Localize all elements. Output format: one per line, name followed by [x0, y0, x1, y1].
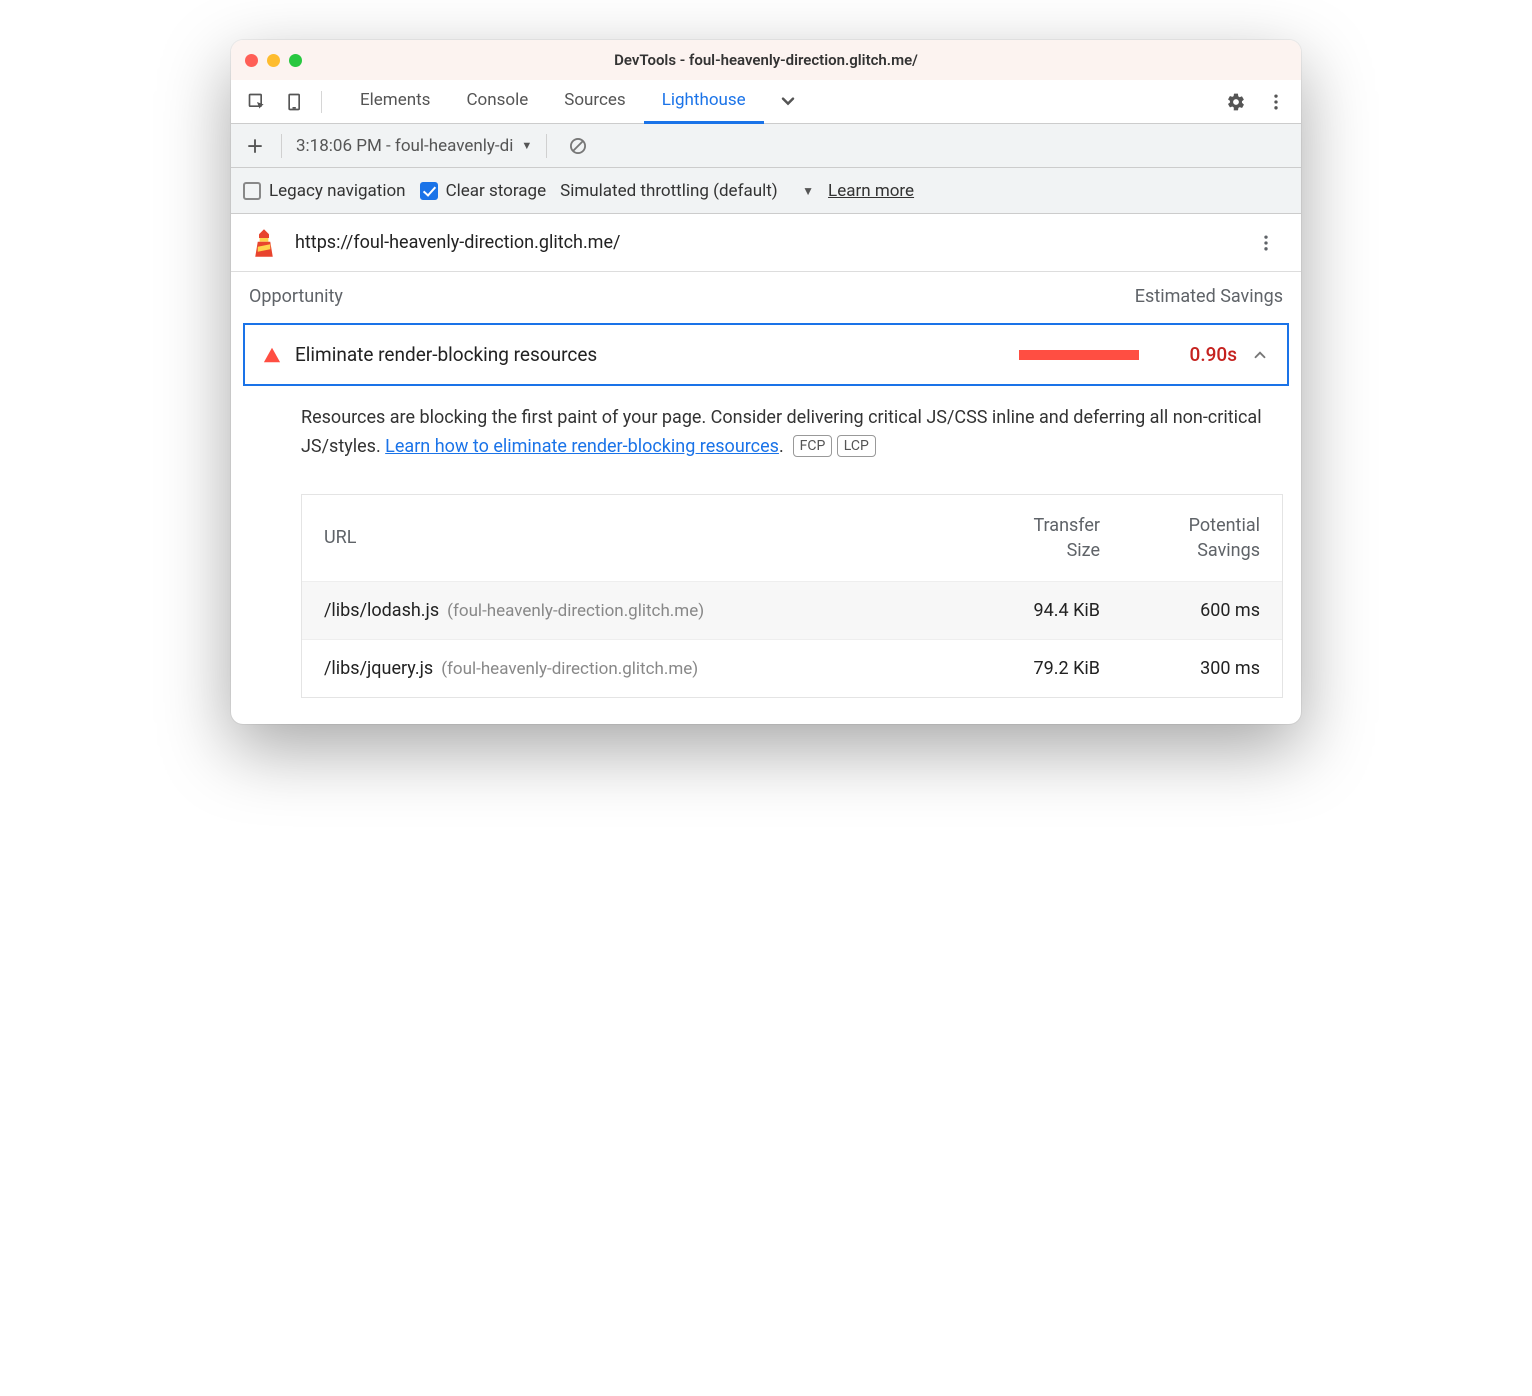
- potential-savings: 600 ms: [1100, 600, 1260, 621]
- table-row: /libs/jquery.js (foul-heavenly-direction…: [302, 639, 1282, 697]
- chevron-down-icon: ▼: [802, 184, 814, 198]
- panel-tabs: Elements Console Sources Lighthouse: [342, 80, 764, 124]
- minimize-window-button[interactable]: [267, 54, 280, 67]
- titlebar: DevTools - foul-heavenly-direction.glitc…: [231, 40, 1301, 80]
- resource-path: /libs/jquery.js: [324, 658, 433, 679]
- device-toggle-icon[interactable]: [283, 90, 307, 114]
- fail-triangle-icon: [263, 346, 281, 364]
- legacy-navigation-checkbox[interactable]: Legacy navigation: [243, 181, 406, 201]
- report-selector[interactable]: 3:18:06 PM - foul-heavenly-di ▼: [296, 136, 532, 156]
- th-potential-savings: Potential Savings: [1100, 513, 1260, 563]
- potential-savings: 300 ms: [1100, 658, 1260, 679]
- tab-lighthouse[interactable]: Lighthouse: [644, 80, 764, 124]
- legacy-navigation-label: Legacy navigation: [269, 181, 406, 201]
- th-line1: Potential: [1189, 513, 1260, 538]
- tab-console[interactable]: Console: [448, 80, 546, 124]
- separator: [321, 91, 322, 113]
- table-header-row: URL Transfer Size Potential Savings: [302, 495, 1282, 581]
- throttling-dropdown[interactable]: Simulated throttling (default) ▼: [560, 181, 814, 201]
- report-selector-label: 3:18:06 PM - foul-heavenly-di: [296, 136, 513, 156]
- more-tabs-button[interactable]: [764, 92, 812, 112]
- th-line2: Savings: [1197, 538, 1260, 563]
- main-toolbar: Elements Console Sources Lighthouse: [231, 80, 1301, 124]
- separator: [546, 134, 547, 158]
- audit-title: Eliminate render-blocking resources: [295, 343, 1005, 366]
- opportunity-section-header: Opportunity Estimated Savings: [231, 272, 1301, 317]
- tab-sources[interactable]: Sources: [546, 80, 643, 124]
- th-line2: Size: [1067, 538, 1100, 563]
- savings-bar: [1019, 350, 1139, 360]
- clear-storage-checkbox[interactable]: Clear storage: [420, 181, 547, 201]
- audit-render-blocking[interactable]: Eliminate render-blocking resources 0.90…: [243, 323, 1289, 386]
- clear-icon[interactable]: [561, 129, 595, 163]
- th-line1: Transfer: [1033, 513, 1100, 538]
- th-transfer-size: Transfer Size: [940, 513, 1100, 563]
- settings-icon[interactable]: [1219, 85, 1253, 119]
- new-report-button[interactable]: [243, 129, 267, 163]
- audit-savings-value: 0.90s: [1153, 343, 1237, 366]
- window-controls: [245, 54, 302, 67]
- audit-description-suffix: .: [779, 436, 784, 457]
- lighthouse-icon: [249, 228, 279, 258]
- opportunity-label: Opportunity: [249, 286, 343, 307]
- audit-details-table: URL Transfer Size Potential Savings /lib…: [301, 494, 1283, 698]
- devtools-window: DevTools - foul-heavenly-direction.glitc…: [231, 40, 1301, 724]
- transfer-size: 79.2 KiB: [940, 658, 1100, 679]
- report-header: https://foul-heavenly-direction.glitch.m…: [231, 214, 1301, 272]
- report-url: https://foul-heavenly-direction.glitch.m…: [295, 232, 1233, 253]
- learn-more-link[interactable]: Learn more: [828, 181, 914, 201]
- chevron-up-icon: [1251, 346, 1269, 364]
- tab-elements[interactable]: Elements: [342, 80, 448, 124]
- table-row: /libs/lodash.js (foul-heavenly-direction…: [302, 581, 1282, 639]
- lighthouse-options: Legacy navigation Clear storage Simulate…: [231, 168, 1301, 214]
- audit-learn-link[interactable]: Learn how to eliminate render-blocking r…: [385, 436, 779, 457]
- more-options-icon[interactable]: [1259, 85, 1293, 119]
- metric-badge-lcp: LCP: [837, 435, 876, 457]
- resource-path: /libs/lodash.js: [324, 600, 439, 621]
- report-menu-icon[interactable]: [1249, 226, 1283, 260]
- transfer-size: 94.4 KiB: [940, 600, 1100, 621]
- close-window-button[interactable]: [245, 54, 258, 67]
- estimated-savings-label: Estimated Savings: [1135, 286, 1283, 307]
- resource-host: (foul-heavenly-direction.glitch.me): [447, 601, 704, 621]
- clear-storage-label: Clear storage: [446, 181, 547, 201]
- inspect-element-icon[interactable]: [245, 90, 269, 114]
- checkbox-checked-icon: [420, 182, 438, 200]
- window-title: DevTools - foul-heavenly-direction.glitc…: [231, 51, 1301, 69]
- audit-description: Resources are blocking the first paint o…: [231, 398, 1301, 470]
- checkbox-icon: [243, 182, 261, 200]
- metric-badge-fcp: FCP: [793, 435, 833, 457]
- separator: [281, 134, 282, 158]
- maximize-window-button[interactable]: [289, 54, 302, 67]
- chevron-down-icon: ▼: [521, 139, 532, 152]
- th-url: URL: [324, 527, 940, 548]
- resource-host: (foul-heavenly-direction.glitch.me): [441, 659, 698, 679]
- lighthouse-toolbar: 3:18:06 PM - foul-heavenly-di ▼: [231, 124, 1301, 168]
- throttling-label: Simulated throttling (default): [560, 181, 778, 201]
